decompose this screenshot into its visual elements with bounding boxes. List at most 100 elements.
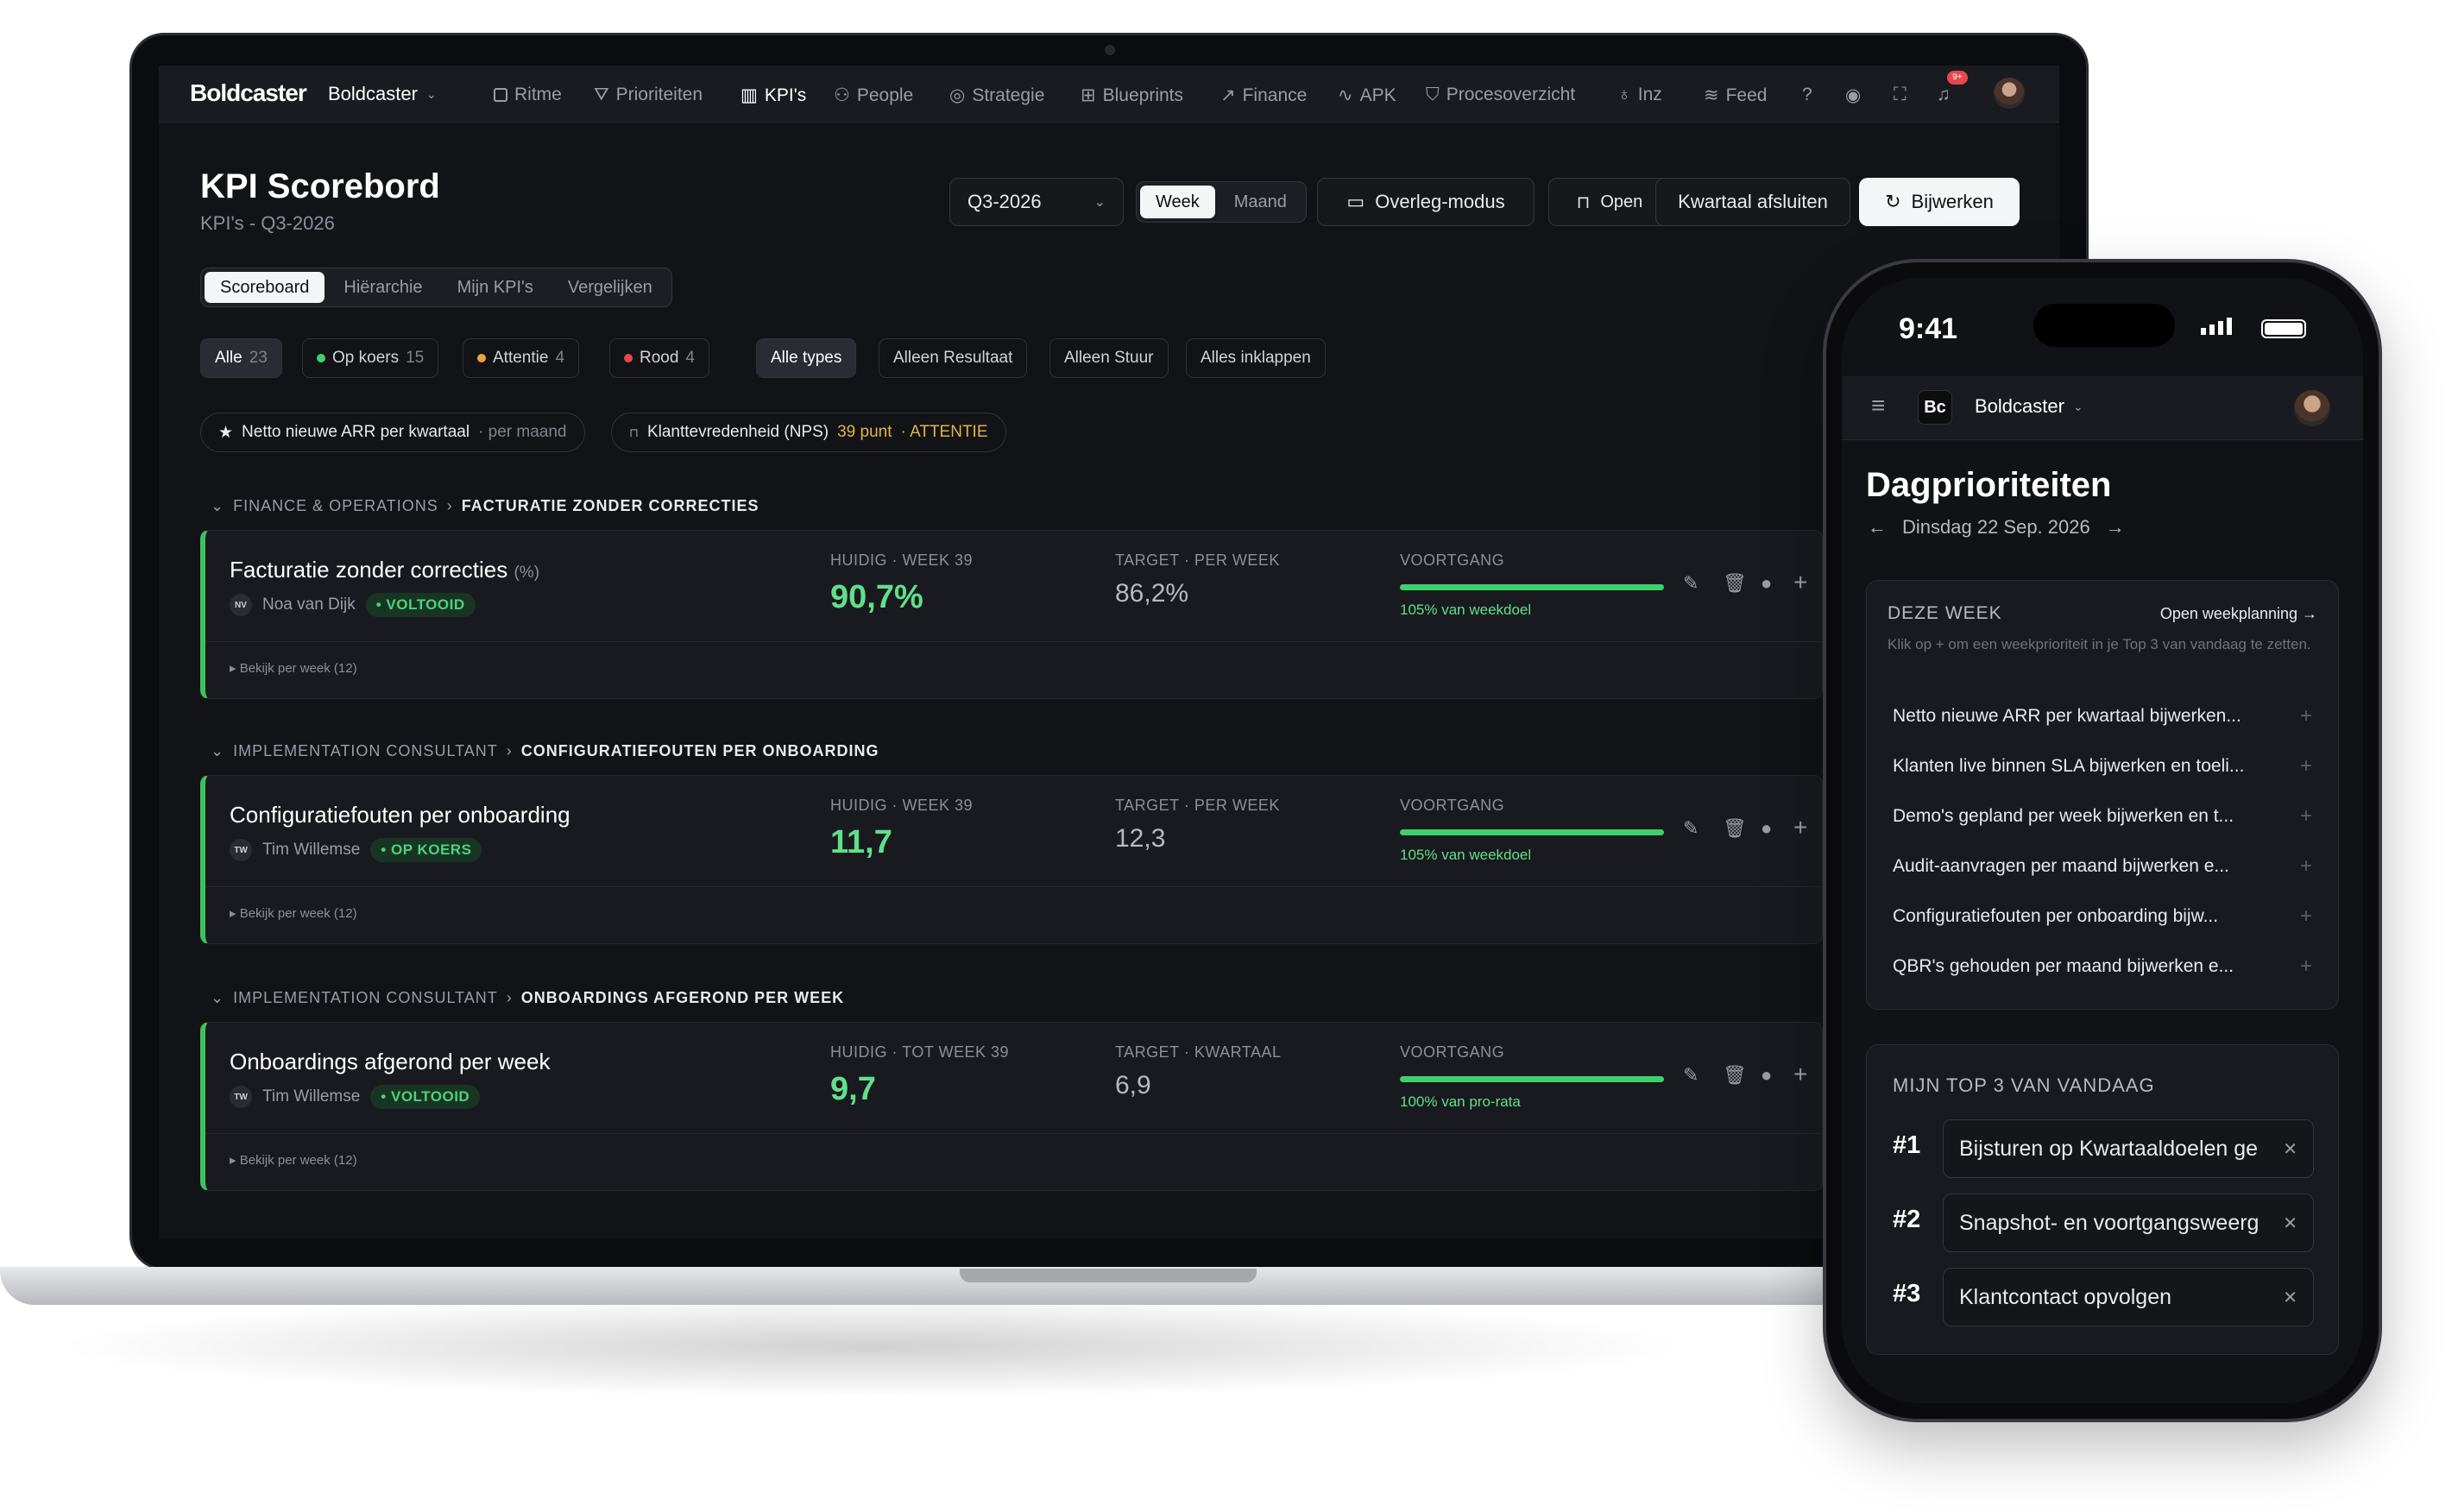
- kpi-name[interactable]: Onboardings afgerond per week: [230, 1049, 550, 1075]
- add-icon[interactable]: +: [2300, 704, 2312, 728]
- tab-scoreboard[interactable]: Scoreboard: [205, 272, 325, 303]
- section-header[interactable]: ⌄ IMPLEMENTATION CONSULTANT › CONFIGURATIEF…: [211, 742, 879, 760]
- trash-icon[interactable]: 🗑: [1723, 572, 1747, 595]
- overlay-mode-button[interactable]: ▭ Overleg-modus: [1317, 178, 1535, 226]
- close-icon[interactable]: ✕: [2283, 1287, 2297, 1308]
- pinned-kpi-arr[interactable]: ★ Netto nieuwe ARR per kwartaal · per maan…: [200, 413, 585, 452]
- laptop-shadow: [52, 1295, 1692, 1398]
- fullscreen-icon[interactable]: ⛶: [1894, 85, 1907, 105]
- edit-icon[interactable]: ✎: [1683, 817, 1699, 840]
- panel-hint: Klik op + om een weekprioriteit in je To…: [1888, 636, 2311, 652]
- add-icon[interactable]: +: [2300, 804, 2312, 828]
- kpi-unit: (%): [514, 564, 540, 582]
- add-icon[interactable]: +: [2300, 904, 2312, 929]
- nav-ritme[interactable]: Ritme: [494, 85, 562, 105]
- week-priority-list: Netto nieuwe ARR per kwartaal bijwerken.…: [1875, 691, 2329, 992]
- filter-red[interactable]: Rood 4: [609, 338, 709, 378]
- filter-all-types[interactable]: Alle types: [756, 338, 857, 378]
- eye-icon[interactable]: ◉: [1845, 85, 1861, 106]
- add-icon[interactable]: +: [2300, 854, 2312, 879]
- add-icon[interactable]: +: [2300, 954, 2312, 979]
- shield-icon: ⛉: [1426, 85, 1440, 104]
- add-icon[interactable]: +: [1793, 569, 1807, 596]
- refresh-icon: ↻: [1885, 191, 1901, 212]
- filter-attention[interactable]: Attentie 4: [463, 338, 580, 378]
- toggle-week[interactable]: Week: [1140, 186, 1215, 218]
- update-button[interactable]: ↻ Bijwerken: [1859, 178, 2020, 226]
- nav-label: Inz: [1637, 85, 1662, 104]
- status-dot-icon[interactable]: ●: [1761, 572, 1772, 595]
- trash-icon[interactable]: 🗑: [1723, 1064, 1747, 1087]
- kpi-name[interactable]: Configuratiefouten per onboarding: [230, 802, 570, 828]
- page-subtitle: KPI's - Q3-2026: [200, 212, 335, 234]
- close-icon[interactable]: ✕: [2283, 1213, 2297, 1234]
- tab-mijn-kpis[interactable]: Mijn KPI's: [442, 272, 549, 303]
- tab-hierarchie[interactable]: Hiërarchie: [328, 272, 438, 303]
- pinned-name: Netto nieuwe ARR per kwartaal: [242, 423, 470, 441]
- section-header[interactable]: ⌄ FINANCE & OPERATIONS › FACTURATIE ZONDER …: [211, 497, 759, 515]
- nav-finance[interactable]: ↗ Finance: [1220, 85, 1307, 106]
- tab-vergelijken[interactable]: Vergelijken: [552, 272, 668, 303]
- add-icon[interactable]: +: [1793, 814, 1807, 841]
- org-switcher[interactable]: Boldcaster ⌄: [328, 83, 437, 105]
- section-path-parent: IMPLEMENTATION CONSULTANT: [233, 742, 498, 759]
- list-item[interactable]: QBR's gehouden per maand bijwerken e... +: [1875, 942, 2329, 992]
- nav-prioriteiten[interactable]: ⛛ Prioriteiten: [594, 85, 703, 105]
- top3-input[interactable]: Klantcontact opvolgen ✕: [1943, 1268, 2314, 1326]
- filter-all[interactable]: Alle 23: [200, 338, 282, 378]
- add-icon[interactable]: +: [1793, 1061, 1807, 1088]
- toggle-month[interactable]: Maand: [1219, 186, 1302, 218]
- nav-inz[interactable]: ♁ Inz: [1617, 85, 1662, 105]
- laptop-base: [0, 1267, 1881, 1305]
- top3-input[interactable]: Bijsturen op Kwartaaldoelen ge ✕: [1943, 1119, 2314, 1178]
- nav-feed[interactable]: ≋ Feed: [1704, 85, 1767, 106]
- status-dot-icon[interactable]: ●: [1761, 817, 1772, 840]
- filter-only-steer[interactable]: Alleen Stuur: [1049, 338, 1169, 378]
- nav-kpis[interactable]: ▥ KPI's: [741, 85, 806, 106]
- nav-blueprints[interactable]: ⊞ Blueprints: [1081, 85, 1183, 106]
- view-per-week-link[interactable]: ▸ Bekijk per week (12): [230, 905, 357, 921]
- close-icon[interactable]: ✕: [2283, 1138, 2297, 1160]
- org-switcher[interactable]: Boldcaster ⌄: [1975, 395, 2083, 418]
- list-item[interactable]: Netto nieuwe ARR per kwartaal bijwerken.…: [1875, 691, 2329, 741]
- list-item[interactable]: Klanten live binnen SLA bijwerken en toe…: [1875, 741, 2329, 791]
- filter-only-result[interactable]: Alleen Resultaat: [879, 338, 1028, 378]
- kpi-name[interactable]: Facturatie zonder correcties (%): [230, 557, 539, 583]
- section-path-parent: FINANCE & OPERATIONS: [233, 497, 438, 514]
- nav-strategie[interactable]: ◎ Strategie: [949, 85, 1044, 106]
- open-button[interactable]: ⊓ Open: [1548, 178, 1671, 226]
- edit-icon[interactable]: ✎: [1683, 1064, 1699, 1087]
- collapse-all-button[interactable]: Alles inklappen: [1186, 338, 1326, 378]
- edit-icon[interactable]: ✎: [1683, 572, 1699, 595]
- brand-logo[interactable]: Boldcaster: [190, 79, 307, 107]
- view-per-week-link[interactable]: ▸ Bekijk per week (12): [230, 660, 357, 676]
- period-select[interactable]: Q3-2026 ⌄: [949, 178, 1124, 226]
- help-icon[interactable]: ?: [1802, 85, 1812, 105]
- app-logo[interactable]: Bc: [1918, 390, 1952, 425]
- trash-icon[interactable]: 🗑: [1723, 817, 1747, 840]
- filter-on-track[interactable]: Op koers 15: [302, 338, 439, 378]
- close-quarter-button[interactable]: Kwartaal afsluiten: [1655, 178, 1850, 226]
- list-item[interactable]: Configuratiefouten per onboarding bijw..…: [1875, 891, 2329, 942]
- nav-people[interactable]: ⚇ People: [834, 85, 913, 106]
- status-dot-icon[interactable]: ●: [1761, 1064, 1772, 1087]
- list-item[interactable]: Audit-aanvragen per maand bijwerken e...…: [1875, 841, 2329, 891]
- list-item[interactable]: Demo's gepland per week bijwerken en t..…: [1875, 791, 2329, 841]
- section-header[interactable]: ⌄ IMPLEMENTATION CONSULTANT › ONBOARDINGS A…: [211, 989, 844, 1007]
- status-dot: [317, 354, 325, 362]
- top3-input[interactable]: Snapshot- en voortgangsweerg ✕: [1943, 1194, 2314, 1252]
- view-per-week-link[interactable]: ▸ Bekijk per week (12): [230, 1152, 357, 1168]
- open-week-planning-link[interactable]: Open weekplanning →: [2160, 605, 2317, 623]
- add-icon[interactable]: +: [2300, 754, 2312, 778]
- avatar[interactable]: [2294, 390, 2330, 426]
- bell-icon[interactable]: ♫: [1937, 85, 1951, 105]
- arrow-right-icon[interactable]: →: [2106, 516, 2125, 539]
- pinned-kpi-nps[interactable]: ⊓ Klanttevredenheid (NPS) 39 punt · ATTENTI…: [611, 413, 1006, 452]
- nav-procesoverzicht[interactable]: ⛉ Procesoverzicht: [1426, 85, 1575, 105]
- chip-count: 23: [249, 349, 268, 367]
- arrow-left-icon[interactable]: ←: [1868, 516, 1887, 539]
- week-month-toggle: Week Maand: [1136, 181, 1307, 223]
- nav-apk[interactable]: ∿ APK: [1338, 85, 1396, 106]
- menu-icon[interactable]: ≡: [1871, 392, 1885, 419]
- avatar[interactable]: [1994, 78, 2025, 109]
